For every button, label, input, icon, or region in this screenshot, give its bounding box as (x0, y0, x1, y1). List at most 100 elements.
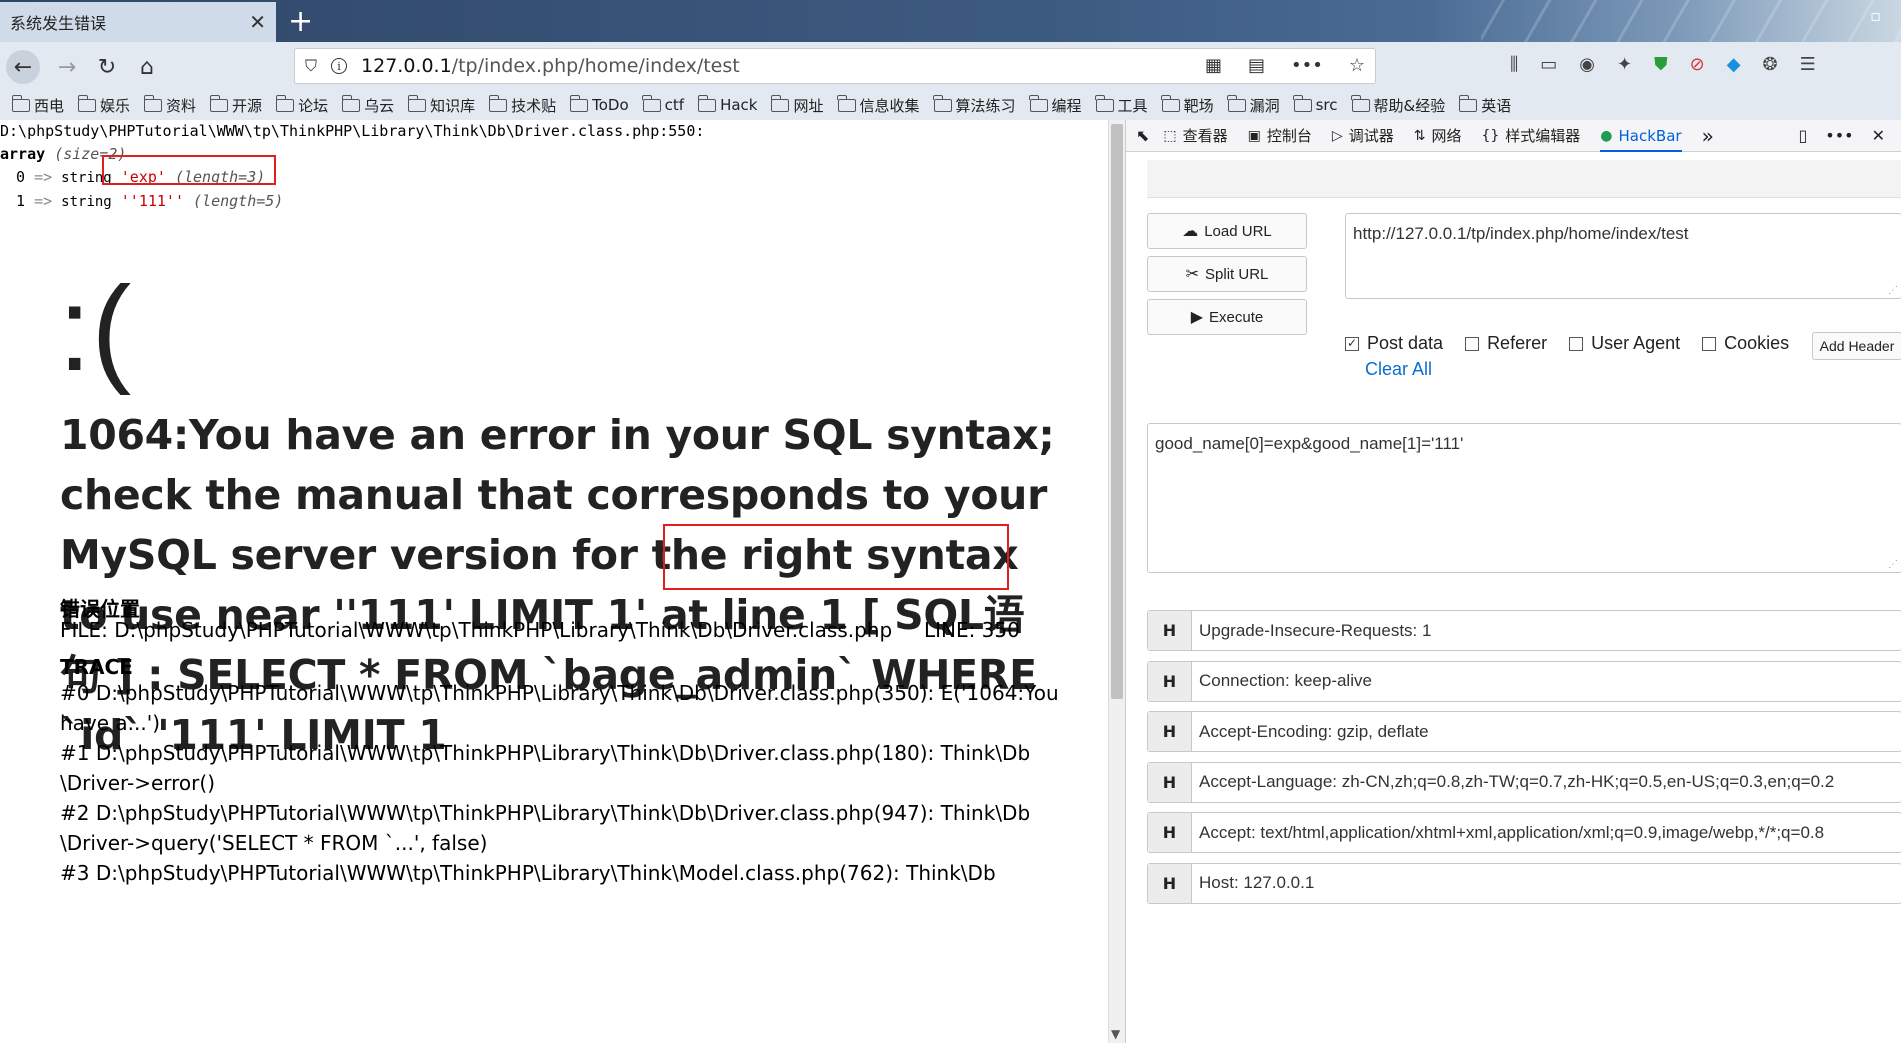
header-toggle-button[interactable]: H (1148, 813, 1192, 852)
split-url-button[interactable]: ✂ Split URL (1147, 256, 1307, 292)
star-icon[interactable]: ☆ (1349, 55, 1365, 76)
tab-active[interactable]: 系统发生错误 ✕ (0, 2, 276, 42)
close-tab-icon[interactable]: ✕ (249, 10, 266, 34)
forward-button[interactable]: → (50, 50, 84, 84)
header-toggle-button[interactable]: H (1148, 863, 1192, 903)
qr-icon[interactable]: ▦ (1205, 55, 1222, 76)
block-icon[interactable]: ⊘ (1690, 54, 1705, 75)
bookmark-item[interactable]: 资料 (143, 94, 196, 116)
bookmark-item[interactable]: src (1293, 94, 1338, 114)
header-toggle-button[interactable]: H (1148, 712, 1192, 751)
header-row[interactable]: H Upgrade-Insecure-Requests: 1 (1147, 610, 1901, 651)
header-row[interactable]: H Accept: text/html,application/xhtml+xml… (1147, 812, 1901, 853)
clear-all-link[interactable]: Clear All (1365, 359, 1432, 380)
devtools-menu-icon[interactable]: ••• (1825, 126, 1853, 145)
url-text[interactable]: 127.0.0.1/tp/index.php/home/index/test (361, 55, 740, 77)
bookmark-item[interactable]: 帮助&经验 (1351, 94, 1445, 116)
page-scrollbar[interactable]: ▼ (1108, 120, 1125, 1043)
header-row[interactable]: H Accept-Language: zh-CN,zh;q=0.8,zh-TW;q… (1147, 761, 1901, 803)
bookmark-item[interactable]: 论坛 (275, 94, 328, 116)
bookmark-item[interactable]: 知识库 (407, 94, 475, 116)
bookmark-label: 编程 (1051, 96, 1082, 115)
account-icon[interactable]: ◉ (1579, 54, 1595, 75)
option-checkbox[interactable]: Referer (1465, 333, 1547, 354)
scroll-down-icon[interactable]: ▼ (1111, 1027, 1120, 1041)
reader-icon[interactable]: ▤ (1248, 55, 1265, 76)
checkbox-box[interactable] (1465, 336, 1480, 351)
bookmark-item[interactable]: Hack (697, 94, 757, 114)
header-row[interactable]: H Host: 127.0.0.1 (1147, 862, 1901, 904)
option-checkbox[interactable]: User Agent (1569, 333, 1680, 354)
element-picker-icon[interactable]: ⬉ (1136, 126, 1149, 145)
more-tabs-icon[interactable]: » (1702, 124, 1714, 148)
devtools-tab[interactable]: ⬚ 查看器 (1163, 125, 1227, 146)
bookmark-item[interactable]: 娱乐 (77, 94, 130, 116)
devtools-tab[interactable]: ● HackBar (1600, 120, 1682, 152)
header-toggle-button[interactable]: H (1148, 661, 1192, 701)
translate-icon[interactable]: ◆ (1727, 54, 1741, 75)
url-textarea[interactable]: http://127.0.0.1/tp/index.php/home/index… (1345, 213, 1901, 299)
shield-icon[interactable]: ⛉ (305, 56, 317, 76)
url-bar[interactable]: ⛉ i 127.0.0.1/tp/index.php/home/index/te… (294, 48, 1376, 84)
devtools-tab[interactable]: ▷ 调试器 (1332, 125, 1394, 146)
bookmark-label: 工具 (1117, 96, 1148, 115)
bookmark-item[interactable]: 乌云 (341, 94, 394, 116)
header-value-input[interactable]: Connection: keep-alive (1192, 662, 1372, 701)
devtools-tab[interactable]: ⇅ 网络 (1414, 125, 1462, 146)
devtools-tab-label: 调试器 (1348, 127, 1394, 145)
scrollbar-thumb[interactable] (1111, 124, 1123, 699)
header-row[interactable]: H Connection: keep-alive (1147, 660, 1901, 702)
bookmark-item[interactable]: 编程 (1029, 94, 1082, 116)
option-checkbox[interactable]: Cookies (1702, 333, 1789, 354)
reload-button[interactable]: ↻ (90, 50, 124, 84)
cookie-icon[interactable]: ❂ (1763, 54, 1778, 75)
bookmark-item[interactable]: 技术贴 (488, 94, 556, 116)
bookmark-item[interactable]: ToDo (569, 94, 629, 114)
bookmark-item[interactable]: 网址 (770, 94, 824, 116)
header-toggle-button[interactable]: H (1148, 762, 1192, 802)
bookmark-item[interactable]: 英语 (1458, 94, 1511, 116)
bookmark-item[interactable]: 信息收集 (837, 94, 920, 116)
header-row[interactable]: H Accept-Encoding: gzip, deflate (1147, 711, 1901, 752)
option-checkbox[interactable]: ✓ Post data (1345, 333, 1443, 354)
load-url-button[interactable]: ☁ Load URL (1147, 213, 1307, 249)
shield-extension-icon[interactable]: ⛊ (1654, 54, 1668, 75)
menu-icon[interactable]: ☰ (1800, 54, 1816, 75)
extension-icon[interactable]: ✦ (1617, 54, 1632, 75)
sidebar-icon[interactable]: ▭ (1540, 54, 1557, 75)
header-value-input[interactable]: Host: 127.0.0.1 (1192, 864, 1314, 903)
header-value-input[interactable]: Accept: text/html,application/xhtml+xml,… (1192, 813, 1824, 852)
home-button[interactable]: ⌂ (130, 50, 164, 84)
resize-handle-icon[interactable]: ⋰ (1888, 559, 1898, 570)
bookmark-item[interactable]: ctf (642, 94, 684, 114)
devtools-tab[interactable]: {} 样式编辑器 (1481, 125, 1580, 146)
bookmark-item[interactable]: 靶场 (1161, 94, 1214, 116)
post-data-textarea[interactable]: good_name[0]=exp&good_name[1]='111' ⋰ (1147, 423, 1901, 573)
window-controls[interactable]: ▫ (1870, 6, 1881, 25)
dock-icon[interactable]: ▯ (1798, 126, 1807, 145)
devtools-close-icon[interactable]: ✕ (1872, 126, 1885, 145)
back-button[interactable]: ← (6, 50, 40, 84)
bookmark-item[interactable]: 漏洞 (1227, 94, 1280, 116)
new-tab-button[interactable]: + (288, 4, 313, 39)
header-toggle-button[interactable]: H (1148, 611, 1192, 650)
devtools-tab[interactable]: ▣ 控制台 (1248, 125, 1312, 146)
header-value-input[interactable]: Accept-Encoding: gzip, deflate (1192, 712, 1429, 751)
bookmark-item[interactable]: 工具 (1095, 94, 1148, 116)
execute-button[interactable]: ▶ Execute (1147, 299, 1307, 335)
bookmark-item[interactable]: 算法练习 (933, 94, 1016, 116)
header-value-input[interactable]: Accept-Language: zh-CN,zh;q=0.8,zh-TW;q=… (1192, 763, 1834, 802)
more-icon[interactable]: ••• (1291, 55, 1323, 76)
checkbox-box[interactable]: ✓ (1345, 336, 1359, 351)
bookmark-item[interactable]: 西电 (11, 94, 64, 116)
library-icon[interactable]: ⫼ (1510, 54, 1518, 75)
post-data-value: good_name[0]=exp&good_name[1]='111' (1155, 434, 1464, 453)
checkbox-label: Post data (1367, 333, 1444, 353)
add-header-button[interactable]: Add Header (1812, 332, 1901, 360)
checkbox-box[interactable] (1702, 336, 1717, 351)
bookmark-item[interactable]: 开源 (209, 94, 262, 116)
header-value-input[interactable]: Upgrade-Insecure-Requests: 1 (1192, 611, 1431, 650)
info-icon[interactable]: i (331, 58, 348, 74)
resize-handle-icon[interactable]: ⋰ (1888, 285, 1898, 296)
checkbox-box[interactable] (1569, 336, 1584, 351)
